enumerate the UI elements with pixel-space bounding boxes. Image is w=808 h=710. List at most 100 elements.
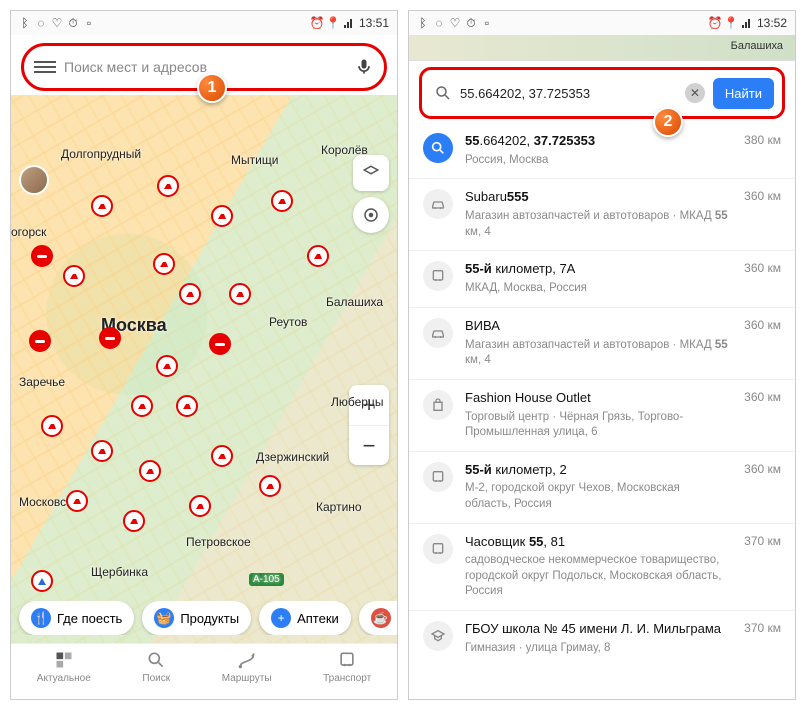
map-poi[interactable] — [91, 195, 113, 217]
avatar[interactable] — [19, 165, 49, 195]
bt-icon: ᛒ — [19, 17, 31, 29]
label-lyubertsy: Люберцы — [331, 395, 383, 409]
category-chips: 🍴Где поесть 🧺Продукты +Аптеки ☕К — [11, 601, 397, 635]
bag-icon — [423, 390, 453, 420]
label-gogorsk: огорск — [11, 225, 46, 239]
map-poi[interactable] — [259, 475, 281, 497]
chip-more[interactable]: ☕К — [359, 601, 397, 635]
nav-feed[interactable]: Актуальное — [37, 650, 91, 699]
result-distance: 360 км — [744, 261, 781, 296]
result-subtitle: садоводческое некоммерческое товариществ… — [465, 553, 728, 600]
map-poi[interactable] — [131, 395, 153, 417]
result-distance: 360 км — [744, 318, 781, 369]
map-poi[interactable] — [99, 327, 121, 349]
label-dzerzhinsky: Дзержинский — [256, 450, 329, 464]
clear-icon[interactable]: ✕ — [685, 83, 705, 103]
result-subtitle: Магазин автозапчастей и автотоваров · МК… — [465, 209, 728, 240]
map-poi[interactable] — [31, 570, 53, 592]
alarm-icon: ⏰ — [709, 17, 721, 29]
menu-icon[interactable] — [34, 56, 56, 78]
label-balashikha: Балашиха — [731, 40, 783, 52]
map-poi[interactable] — [123, 510, 145, 532]
signal-icon — [343, 17, 355, 29]
result-title: Часовщик 55, 81 — [465, 534, 728, 551]
map-poi[interactable] — [209, 333, 231, 355]
chip-food[interactable]: 🍴Где поесть — [19, 601, 134, 635]
layers-button[interactable] — [353, 155, 389, 191]
result-distance: 360 км — [744, 462, 781, 513]
find-button[interactable]: Найти — [713, 78, 774, 109]
result-item[interactable]: Fashion House OutletТорговый центр · Чёр… — [409, 379, 795, 451]
map-poi[interactable] — [66, 490, 88, 512]
result-item[interactable]: 55-й километр, 7АМКАД, Москва, Россия360… — [409, 250, 795, 306]
search-bar[interactable]: 55.664202, 37.725353 ✕ Найти — [419, 67, 785, 119]
callout-badge-1: 1 — [197, 73, 227, 103]
shield-icon: ♡ — [51, 17, 63, 29]
result-title: Subaru555 — [465, 189, 728, 206]
phone-left: ᛒ ◌ ♡ ⏱ ▫ ⏰ 📍 13:51 Поиск мест и адресов… — [10, 10, 398, 700]
label-dolgoprudny: Долгопрудный — [61, 147, 141, 161]
edu-icon — [423, 621, 453, 651]
map-poi[interactable] — [176, 395, 198, 417]
nav-search[interactable]: Поиск — [142, 650, 170, 699]
map-poi[interactable] — [41, 415, 63, 437]
result-item[interactable]: 55-й километр, 2М-2, городской округ Чех… — [409, 451, 795, 523]
square-icon: ▫ — [83, 17, 95, 29]
search-icon — [434, 84, 452, 102]
zoom-out-button[interactable]: − — [349, 425, 389, 465]
result-subtitle: Торговый центр · Чёрная Грязь, Торгово-П… — [465, 410, 728, 441]
map-poi[interactable] — [91, 440, 113, 462]
map-poi[interactable] — [29, 330, 51, 352]
result-subtitle: Гимназия · улица Гримау, 8 — [465, 641, 728, 657]
result-item[interactable]: Subaru555 Магазин автозапчастей и автотов… — [409, 178, 795, 250]
car-icon — [423, 189, 453, 219]
map-poi[interactable] — [157, 175, 179, 197]
search-input[interactable]: 55.664202, 37.725353 — [460, 86, 677, 101]
chip-groceries[interactable]: 🧺Продукты — [142, 601, 251, 635]
map-poi[interactable] — [153, 253, 175, 275]
map-poi[interactable] — [63, 265, 85, 287]
label-zarechye: Заречье — [19, 375, 65, 389]
search-results[interactable]: 55.664202, 37.725353Россия, Москва380 км… — [409, 123, 795, 699]
nav-transport[interactable]: Транспорт — [323, 650, 371, 699]
map-poi[interactable] — [229, 283, 251, 305]
bt-icon: ᛒ — [417, 17, 429, 29]
map-poi[interactable] — [179, 283, 201, 305]
label-shcherbinka: Щербинка — [91, 565, 148, 579]
chip-pharmacy[interactable]: +Аптеки — [259, 601, 351, 635]
result-distance: 370 км — [744, 621, 781, 656]
location-icon: 📍 — [725, 17, 737, 29]
car-icon — [423, 318, 453, 348]
map-poi[interactable] — [307, 245, 329, 267]
alarm-icon: ⏰ — [311, 17, 323, 29]
map-poi[interactable] — [211, 445, 233, 467]
map-poi[interactable] — [156, 355, 178, 377]
map-poi[interactable] — [139, 460, 161, 482]
map-poi[interactable] — [189, 495, 211, 517]
bottom-nav: Актуальное Поиск Маршруты Транспорт — [11, 643, 397, 699]
nav-routes[interactable]: Маршруты — [222, 650, 272, 699]
result-distance: 360 км — [744, 390, 781, 441]
basket-icon: 🧺 — [154, 608, 174, 628]
status-bar: ᛒ ◌ ♡ ⏱ ▫ ⏰ 📍 13:51 — [11, 11, 397, 35]
mic-icon[interactable] — [354, 57, 374, 77]
status-bar: ᛒ ◌ ♡ ⏱ ▫ ⏰ 📍 13:52 — [409, 11, 795, 35]
result-item[interactable]: 55.664202, 37.725353Россия, Москва380 км — [409, 123, 795, 178]
result-distance: 380 км — [744, 133, 781, 168]
result-subtitle: Россия, Москва — [465, 153, 728, 169]
map-poi[interactable] — [271, 190, 293, 212]
result-subtitle: МКАД, Москва, Россия — [465, 281, 728, 297]
result-item[interactable]: ГБОУ школа № 45 имени Л. И. МильграмаГим… — [409, 610, 795, 666]
traffic-button[interactable] — [353, 197, 389, 233]
label-reutov: Реутов — [269, 315, 307, 329]
square-icon: ▫ — [481, 17, 493, 29]
result-distance: 360 км — [744, 189, 781, 240]
result-item[interactable]: ВИВАМагазин автозапчастей и автотоваров … — [409, 307, 795, 379]
result-item[interactable]: Часовщик 55, 81 садоводческое некоммерчес… — [409, 523, 795, 610]
status-time: 13:52 — [757, 16, 787, 30]
phone-right: ᛒ ◌ ♡ ⏱ ▫ ⏰ 📍 13:52 Балашиха 55.664202, … — [408, 10, 796, 700]
map-poi[interactable] — [31, 245, 53, 267]
map-canvas[interactable]: + − Москва Долгопрудный Мытищи Королёв Р… — [11, 95, 397, 643]
label-petrovskoe: Петровское — [186, 535, 251, 549]
map-poi[interactable] — [211, 205, 233, 227]
